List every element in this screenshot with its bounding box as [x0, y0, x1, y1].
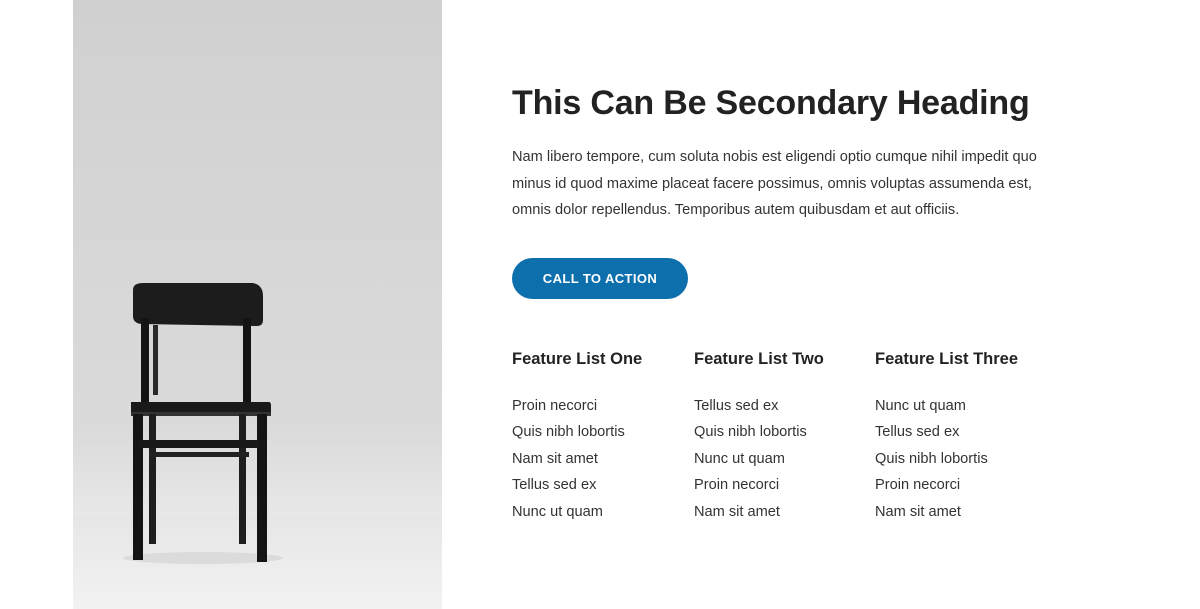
- feature-list-title: Feature List One: [512, 350, 643, 368]
- list-item: Nunc ut quam: [512, 503, 603, 520]
- call-to-action-button[interactable]: CALL TO ACTION: [512, 258, 688, 299]
- list-item: Nam sit amet: [694, 503, 780, 520]
- feature-list-two: Feature List Two Tellus sed ex Quis nibh…: [694, 350, 864, 520]
- list-item: Tellus sed ex: [694, 398, 779, 414]
- feature-list-title: Feature List Three: [875, 350, 1019, 368]
- list-item: Nam sit amet: [512, 450, 598, 467]
- list-item: Quis nibh lobortis: [694, 424, 807, 441]
- list-item: Proin necorci: [512, 398, 598, 414]
- feature-list-one: Feature List One Proin necorci Quis nibh…: [512, 350, 682, 520]
- list-item: Nunc ut quam: [694, 450, 785, 467]
- list-item: Nunc ut quam: [875, 398, 966, 414]
- feature-list-three: Feature List Three Nunc ut quam Tellus s…: [875, 350, 1045, 520]
- list-item: Nam sit amet: [875, 503, 961, 520]
- list-item: Proin necorci: [694, 477, 780, 494]
- hero-image: [73, 0, 442, 609]
- section-heading: This Can Be Secondary Heading: [512, 84, 1030, 122]
- list-item: Tellus sed ex: [512, 477, 597, 494]
- list-item: Proin necorci: [875, 477, 961, 494]
- feature-list-title: Feature List Two: [694, 350, 824, 368]
- chair-illustration: [123, 283, 283, 564]
- list-item: Quis nibh lobortis: [512, 424, 625, 441]
- list-item: Tellus sed ex: [875, 424, 960, 441]
- list-item: Quis nibh lobortis: [875, 450, 988, 467]
- section-paragraph: Nam libero tempore, cum soluta nobis est…: [512, 149, 1037, 218]
